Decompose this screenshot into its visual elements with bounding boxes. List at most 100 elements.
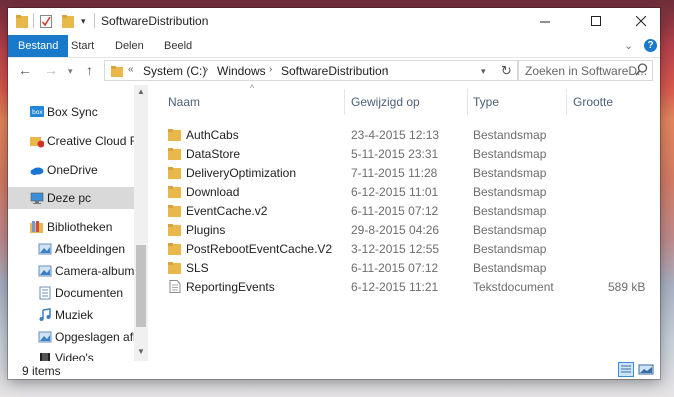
- nav-item-label: OneDrive: [47, 163, 98, 177]
- file-name: EventCache.v2: [186, 204, 268, 218]
- file-name: AuthCabs: [186, 128, 239, 142]
- file-type: Bestandsmap: [473, 128, 547, 142]
- scroll-down-icon[interactable]: ▼: [137, 347, 145, 356]
- help-icon[interactable]: ?: [644, 39, 657, 52]
- column-divider[interactable]: [467, 89, 468, 115]
- scrollbar-thumb[interactable]: [136, 245, 146, 327]
- nav-item-label: Muziek: [55, 308, 94, 322]
- customize-toolbar-icon[interactable]: ▾: [81, 16, 86, 31]
- nav-item-creative-cloud[interactable]: Creative Cloud Files: [8, 130, 134, 152]
- search-icon[interactable]: [635, 63, 648, 76]
- table-row[interactable]: DeliveryOptimization 7-11-2015 11:28 Bes…: [168, 163, 652, 182]
- new-folder-icon[interactable]: [62, 14, 75, 29]
- camera-roll-icon: [38, 265, 52, 277]
- file-type: Bestandsmap: [473, 147, 547, 161]
- tab-share[interactable]: Delen: [106, 35, 153, 57]
- file-type: Bestandsmap: [473, 261, 547, 275]
- column-divider[interactable]: [566, 89, 567, 115]
- address-dropdown-icon[interactable]: ▾: [481, 66, 486, 77]
- status-bar: 9 items: [8, 361, 660, 379]
- tab-view[interactable]: Beeld: [155, 35, 201, 57]
- breadcrumb-chevron-icon[interactable]: ›: [269, 64, 272, 75]
- breadcrumb-chevron-icon[interactable]: ›: [385, 64, 388, 75]
- expand-ribbon-icon[interactable]: ⌄: [624, 39, 633, 52]
- column-header-type[interactable]: Type: [473, 95, 499, 109]
- search-placeholder: Zoeken in SoftwareD...: [525, 64, 648, 78]
- scroll-up-icon[interactable]: ▲: [137, 87, 145, 96]
- nav-item-label: Deze pc: [47, 191, 92, 205]
- maximize-button[interactable]: [573, 8, 619, 35]
- tab-home[interactable]: Start: [62, 35, 103, 57]
- folder-icon: [168, 129, 181, 141]
- table-row[interactable]: AuthCabs 23-4-2015 12:13 Bestandsmap: [168, 125, 652, 144]
- nav-item-label: Video's: [55, 351, 94, 361]
- nav-item-saved-pictures[interactable]: Opgeslagen afbeeldingen: [8, 326, 134, 348]
- details-view-button[interactable]: [618, 362, 634, 377]
- table-row[interactable]: ReportingEvents 6-12-2015 11:21 Tekstdoc…: [168, 277, 652, 296]
- table-row[interactable]: Download 6-12-2015 11:01 Bestandsmap: [168, 182, 652, 201]
- column-header-size[interactable]: Grootte: [573, 95, 613, 109]
- table-row[interactable]: Plugins 29-8-2015 04:26 Bestandsmap: [168, 220, 652, 239]
- large-icons-view-button[interactable]: [638, 362, 654, 377]
- breadcrumb-softwaredistribution[interactable]: SoftwareDistribution: [281, 64, 388, 78]
- box-sync-icon: box: [30, 106, 44, 117]
- file-name: PostRebootEventCache.V2: [186, 242, 333, 256]
- file-name: DataStore: [186, 147, 241, 161]
- breadcrumb-system-c[interactable]: System (C:): [143, 64, 206, 78]
- nav-item-videos[interactable]: Video's: [8, 347, 134, 361]
- nav-item-onedrive[interactable]: OneDrive: [8, 159, 134, 181]
- file-date: 6-12-2015 11:21: [351, 280, 439, 294]
- nav-item-documents[interactable]: Documenten: [8, 282, 134, 304]
- folder-icon: [168, 148, 181, 160]
- table-row[interactable]: SLS 6-11-2015 07:12 Bestandsmap: [168, 258, 652, 277]
- column-divider[interactable]: [344, 89, 345, 115]
- recent-locations-icon[interactable]: ▾: [68, 66, 73, 77]
- breadcrumb-overflow-icon[interactable]: «: [128, 64, 134, 75]
- nav-item-label: Creative Cloud Files: [47, 134, 134, 148]
- folder-icon: [168, 262, 181, 274]
- sort-indicator-icon: ^: [250, 83, 255, 93]
- nav-item-box-sync[interactable]: box Box Sync: [8, 101, 134, 123]
- navigation-bar: ← → ▾ ↑ « System (C:) › Windows › Softwa…: [8, 58, 660, 84]
- folder-icon: [168, 186, 181, 198]
- properties-icon[interactable]: [40, 14, 53, 29]
- nav-item-libraries[interactable]: Bibliotheken: [8, 216, 134, 238]
- column-header-date[interactable]: Gewijzigd op: [351, 95, 420, 109]
- close-button[interactable]: [618, 8, 664, 35]
- nav-item-this-pc[interactable]: Deze pc: [8, 187, 134, 209]
- videos-icon: [40, 353, 50, 361]
- creative-cloud-icon: [30, 137, 44, 148]
- search-input[interactable]: Zoeken in SoftwareD...: [518, 60, 653, 81]
- tab-file[interactable]: Bestand: [8, 35, 69, 57]
- breadcrumb-chevron-icon[interactable]: ›: [205, 64, 208, 75]
- navigation-pane-scrollbar[interactable]: ▲ ▼: [134, 85, 148, 361]
- file-name: Download: [186, 185, 240, 199]
- file-type: Tekstdocument: [473, 280, 554, 294]
- documents-icon: [39, 286, 51, 300]
- minimize-button[interactable]: [522, 8, 568, 35]
- folder-icon[interactable]: [16, 14, 29, 29]
- back-arrow-icon[interactable]: ←: [18, 62, 32, 78]
- folder-icon: [168, 224, 181, 236]
- nav-item-music[interactable]: Muziek: [8, 304, 134, 326]
- file-date: 6-12-2015 11:01: [351, 185, 439, 199]
- column-header-name[interactable]: Naam: [168, 95, 200, 109]
- details-view-icon: [621, 365, 631, 373]
- table-row[interactable]: DataStore 5-11-2015 23:31 Bestandsmap: [168, 144, 652, 163]
- refresh-icon[interactable]: ↻: [501, 63, 512, 79]
- onedrive-icon: [30, 167, 44, 175]
- file-type: Bestandsmap: [473, 204, 547, 218]
- table-row[interactable]: PostRebootEventCache.V2 3-12-2015 12:55 …: [168, 239, 652, 258]
- nav-item-label: Documenten: [55, 286, 124, 300]
- nav-item-camera-roll[interactable]: Camera-album: [8, 260, 134, 282]
- folder-icon: [168, 205, 181, 217]
- forward-arrow-icon[interactable]: →: [44, 62, 58, 78]
- breadcrumb-windows[interactable]: Windows: [217, 64, 266, 78]
- nav-item-label: Box Sync: [47, 105, 98, 119]
- nav-item-pictures[interactable]: Afbeeldingen: [8, 238, 134, 260]
- up-arrow-icon[interactable]: ↑: [86, 62, 93, 78]
- address-bar[interactable]: « System (C:) › Windows › SoftwareDistri…: [104, 60, 518, 81]
- file-date: 23-4-2015 12:13: [351, 128, 440, 142]
- table-row[interactable]: EventCache.v2 6-11-2015 07:12 Bestandsma…: [168, 201, 652, 220]
- explorer-window: ▾ SoftwareDistribution Bestand Start Del…: [8, 8, 660, 379]
